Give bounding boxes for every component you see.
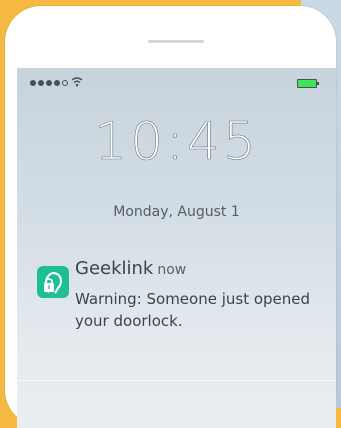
notification-time: now — [157, 262, 187, 278]
lock-screen: 10:45 Monday, August 1 Geeklink now Warni… — [17, 68, 336, 428]
signal-dots-icon — [30, 80, 68, 86]
app-name-text: Geeklink — [75, 258, 154, 279]
battery-level — [298, 80, 316, 87]
clock-date: Monday, August 1 — [113, 204, 240, 220]
notification-app-name: Geeklink now — [75, 258, 186, 279]
wifi-icon — [71, 77, 83, 87]
geeklink-lock-icon — [37, 266, 69, 298]
phone-speaker — [148, 40, 204, 43]
divider — [17, 380, 336, 381]
clock-time: 10:45 — [94, 112, 259, 173]
status-bar — [17, 68, 336, 92]
phone-frame: 10:45 Monday, August 1 Geeklink now Warni… — [5, 6, 336, 428]
battery-icon — [297, 79, 319, 88]
notification-message: Warning: Someone just opened your doorlo… — [75, 290, 311, 330]
